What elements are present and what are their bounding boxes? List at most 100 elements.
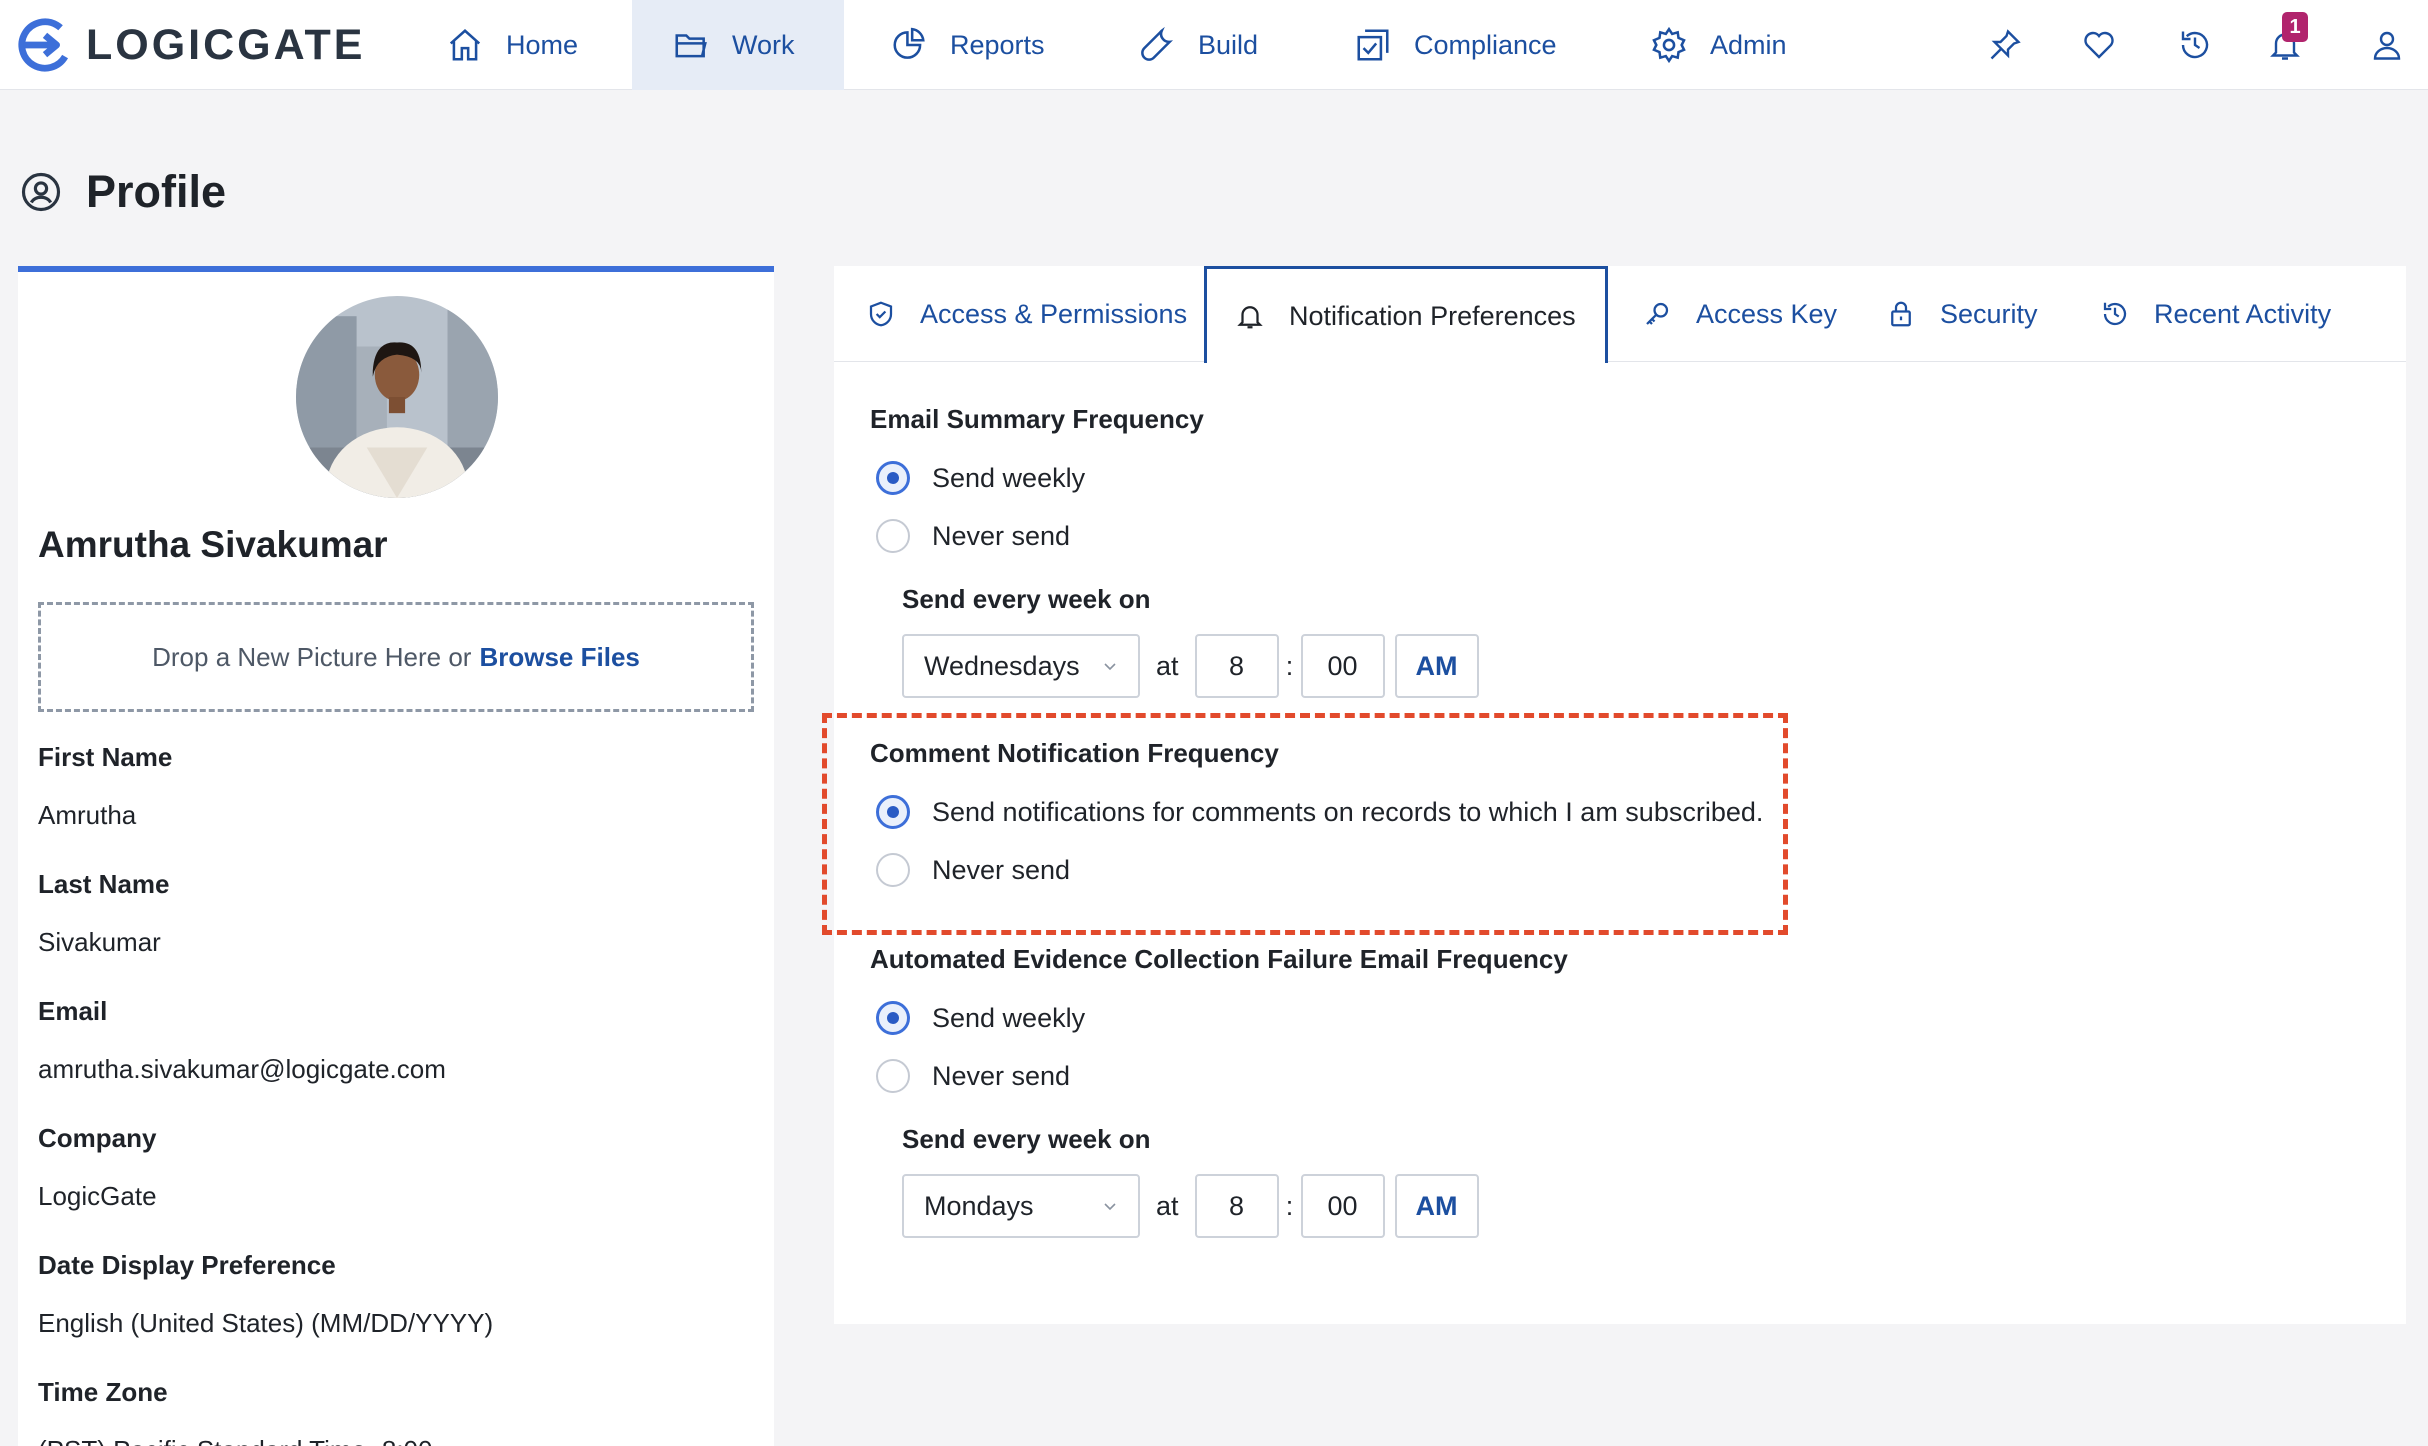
logo-text: LOGICGATE [86, 20, 366, 69]
tab-recent-activity[interactable]: Recent Activity [2100, 266, 2360, 362]
nav-admin-label: Admin [1710, 29, 1787, 60]
page-header: Profile [20, 166, 226, 218]
email-summary-schedule-label: Send every week on [902, 584, 1151, 614]
nav-compliance[interactable]: Compliance [1354, 0, 1594, 90]
evidence-weekly-radio[interactable] [876, 1001, 910, 1035]
comment-subscribed-option[interactable]: Send notifications for comments on recor… [876, 795, 1763, 829]
user-menu-button[interactable] [2362, 20, 2412, 70]
history-icon [2181, 31, 2209, 59]
logicgate-logo[interactable]: LOGICGATE [16, 14, 365, 76]
comment-subscribed-label: Send notifications for comments on recor… [932, 796, 1764, 827]
email-summary-ampm-button[interactable]: AM [1394, 634, 1479, 698]
profile-card: Amrutha Sivakumar Drop a New Picture Her… [18, 266, 774, 1446]
pie-chart-icon [893, 27, 925, 59]
last-name-value: Sivakumar [38, 927, 161, 957]
tab-security-label: Security [1940, 298, 2038, 329]
lock-icon [1891, 301, 1911, 327]
evidence-day-value: Mondays [924, 1190, 1034, 1221]
dropzone-text: Drop a New Picture Here or [152, 641, 472, 672]
chevron-down-icon [1104, 1203, 1116, 1211]
email-summary-never-label: Never send [932, 520, 1071, 551]
evidence-hour-input[interactable] [1194, 1174, 1279, 1238]
gear-icon [1652, 26, 1686, 64]
tab-access-key[interactable]: Access Key [1642, 266, 1842, 362]
evidence-ampm-button[interactable]: AM [1394, 1174, 1479, 1238]
nav-work[interactable]: Work [632, 0, 844, 90]
comment-never-radio[interactable] [876, 853, 910, 887]
email-summary-weekly-option[interactable]: Send weekly [876, 461, 1085, 495]
nav-home[interactable]: Home [440, 0, 620, 90]
email-summary-day-select[interactable]: Wednesdays [902, 634, 1140, 698]
tab-security[interactable]: Security [1886, 266, 2066, 362]
tab-bar: Access & Permissions Notification Prefer… [834, 266, 2406, 363]
heart-icon [2084, 31, 2114, 59]
email-summary-day-value: Wednesdays [924, 650, 1080, 681]
tab-recent-activity-label: Recent Activity [2154, 298, 2332, 329]
tab-access-key-label: Access Key [1696, 298, 1838, 329]
nav-build-label: Build [1198, 29, 1259, 60]
history-icon [2103, 302, 2127, 326]
evidence-never-radio[interactable] [876, 1059, 910, 1093]
wrench-icon [1141, 26, 1174, 61]
logicgate-logo-icon [18, 18, 72, 72]
email-summary-title: Email Summary Frequency [870, 404, 1204, 434]
time-zone-value: (PST) Pacific Standard Time -8:00 [38, 1435, 432, 1446]
comment-never-option[interactable]: Never send [876, 853, 1070, 887]
profile-tabs-panel: Access & Permissions Notification Prefer… [834, 266, 2406, 1324]
evidence-weekly-label: Send weekly [932, 1002, 1086, 1033]
nav-admin[interactable]: Admin [1650, 0, 1810, 90]
home-icon [449, 29, 481, 61]
comment-subscribed-radio[interactable] [876, 795, 910, 829]
key-icon [1646, 302, 1669, 325]
top-navigation: LOGICGATE Home Work Reports Build Compli… [0, 0, 2428, 90]
date-preference-label: Date Display Preference [38, 1250, 336, 1280]
email-value: amrutha.sivakumar@logicgate.com [38, 1054, 446, 1084]
notifications-button[interactable]: 1 [2260, 12, 2310, 70]
nav-home-label: Home [506, 29, 579, 60]
nav-build[interactable]: Build [1138, 0, 1298, 90]
page-title: Profile [86, 166, 227, 217]
browse-files-link[interactable]: Browse Files [479, 642, 639, 673]
time-zone-label: Time Zone [38, 1377, 168, 1407]
evidence-day-select[interactable]: Mondays [902, 1174, 1140, 1238]
time-separator: : [1285, 1190, 1294, 1221]
tab-notification-preferences[interactable]: Notification Preferences [1204, 266, 1608, 363]
comment-never-label: Never send [932, 854, 1071, 885]
history-button[interactable] [2170, 20, 2220, 70]
email-summary-at-label: at [1156, 650, 1179, 681]
email-summary-never-option[interactable]: Never send [876, 519, 1070, 553]
evidence-minute-input[interactable] [1300, 1174, 1385, 1238]
nav-work-label: Work [732, 29, 795, 60]
nav-reports[interactable]: Reports [890, 0, 1090, 90]
company-value: LogicGate [38, 1181, 157, 1211]
evidence-schedule-label: Send every week on [902, 1124, 1151, 1154]
email-summary-schedule: Wednesdays at : AM [902, 634, 1479, 698]
folder-icon [675, 34, 707, 58]
notification-count-badge: 1 [2282, 12, 2308, 42]
date-preference-value: English (United States) (MM/DD/YYYY) [38, 1308, 494, 1338]
checklist-icon [1357, 29, 1389, 61]
evidence-failure-title: Automated Evidence Collection Failure Em… [870, 944, 1568, 974]
evidence-weekly-option[interactable]: Send weekly [876, 1001, 1085, 1035]
user-circle-icon [21, 172, 61, 212]
tab-notification-preferences-label: Notification Preferences [1289, 300, 1576, 331]
tab-access-permissions[interactable]: Access & Permissions [866, 266, 1196, 362]
evidence-at-label: at [1156, 1190, 1179, 1221]
evidence-never-label: Never send [932, 1060, 1071, 1091]
evidence-schedule: Mondays at : AM [902, 1174, 1479, 1238]
tab-access-permissions-label: Access & Permissions [920, 298, 1188, 329]
avatar [296, 296, 498, 498]
email-summary-weekly-label: Send weekly [932, 462, 1086, 493]
email-summary-weekly-radio[interactable] [876, 461, 910, 495]
evidence-never-option[interactable]: Never send [876, 1059, 1070, 1093]
profile-name: Amrutha Sivakumar [38, 524, 388, 565]
email-summary-minute-input[interactable] [1300, 634, 1385, 698]
first-name-value: Amrutha [38, 800, 137, 830]
email-summary-never-radio[interactable] [876, 519, 910, 553]
pin-button[interactable] [1980, 20, 2030, 70]
nav-compliance-label: Compliance [1414, 29, 1557, 60]
email-summary-hour-input[interactable] [1194, 634, 1279, 698]
first-name-label: First Name [38, 742, 173, 772]
picture-dropzone[interactable]: Drop a New Picture Here or Browse Files [38, 602, 754, 712]
favorites-button[interactable] [2074, 20, 2124, 70]
